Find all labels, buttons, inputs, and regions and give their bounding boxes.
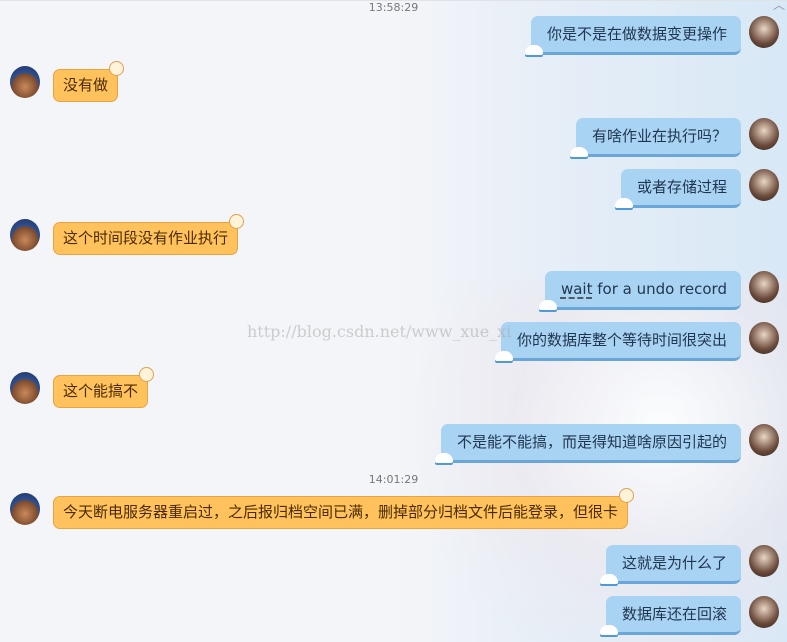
timestamp: 14:01:29 (368, 473, 419, 486)
message-bubble[interactable]: 今天断电服务器重启过，之后报归档空间已满，删掉部分归档文件后能登录，但很卡 (53, 488, 635, 529)
message-sent: 这就是为什么了 (599, 545, 779, 584)
avatar[interactable] (749, 424, 779, 456)
avatar[interactable] (10, 219, 40, 251)
spellcheck-word: wait (560, 280, 593, 298)
message-text: 有啥作业在执行吗？ (591, 127, 727, 145)
avatar[interactable] (749, 545, 779, 577)
sun-icon (109, 61, 125, 76)
message-bubble[interactable]: 有啥作业在执行吗？ (569, 118, 741, 157)
avatar[interactable] (749, 16, 779, 48)
avatar[interactable] (10, 493, 40, 525)
message-sent: 不是能不能搞，而是得知道啥原因引起的 (434, 424, 779, 463)
message-sent: 你是不是在做数据变更操作 (524, 16, 779, 55)
message-text: 没有做 (63, 76, 109, 94)
message-sent: 或者存储过程 (614, 169, 779, 208)
message-text: 你是不是在做数据变更操作 (546, 25, 727, 43)
message-received: 这个能搞不 (10, 367, 155, 408)
message-received: 没有做 (10, 61, 125, 102)
message-text: 这个能搞不 (63, 382, 139, 400)
message-bubble[interactable]: 没有做 (53, 61, 125, 102)
message-bubble[interactable]: 数据库还在回滚 (599, 596, 741, 635)
watermark: http://blog.csdn.net/www_xue_xi (247, 322, 512, 341)
message-text: 或者存储过程 (636, 178, 727, 196)
cloud-icon (494, 351, 513, 361)
message-sent: wait for a undo record (538, 271, 779, 310)
message-text: 这个时间段没有作业执行 (63, 229, 229, 247)
avatar[interactable] (749, 271, 779, 303)
cloud-icon (434, 453, 453, 463)
avatar[interactable] (749, 118, 779, 150)
message-bubble[interactable]: 你的数据库整个等待时间很突出 (494, 322, 741, 361)
cloud-icon (614, 198, 633, 208)
sun-icon (229, 214, 245, 229)
cloud-icon (569, 147, 588, 157)
avatar[interactable] (10, 372, 40, 404)
sun-icon (139, 367, 155, 382)
sun-icon (619, 488, 635, 503)
message-text: 你的数据库整个等待时间很突出 (516, 331, 727, 349)
message-bubble[interactable]: 或者存储过程 (614, 169, 741, 208)
avatar[interactable] (749, 169, 779, 201)
message-bubble[interactable]: 不是能不能搞，而是得知道啥原因引起的 (434, 424, 741, 463)
message-text: 不是能不能搞，而是得知道啥原因引起的 (456, 433, 727, 451)
cloud-icon (599, 574, 618, 584)
message-text: 今天断电服务器重启过，之后报归档空间已满，删掉部分归档文件后能登录，但很卡 (63, 503, 619, 521)
message-sent: 你的数据库整个等待时间很突出 (494, 322, 779, 361)
message-text: 这就是为什么了 (621, 554, 727, 572)
cloud-icon (599, 625, 618, 635)
cloud-icon (538, 300, 557, 310)
message-bubble[interactable]: 这个能搞不 (53, 367, 155, 408)
message-bubble[interactable]: 你是不是在做数据变更操作 (524, 16, 741, 55)
message-received: 这个时间段没有作业执行 (10, 214, 245, 255)
message-text: for a undo record (592, 280, 727, 298)
message-sent: 有啥作业在执行吗？ (569, 118, 779, 157)
avatar[interactable] (749, 322, 779, 354)
message-received: 今天断电服务器重启过，之后报归档空间已满，删掉部分归档文件后能登录，但很卡 (10, 488, 635, 529)
message-text: 数据库还在回滚 (621, 605, 727, 623)
message-bubble[interactable]: 这个时间段没有作业执行 (53, 214, 245, 255)
timestamp: 13:58:29 (368, 1, 419, 14)
avatar[interactable] (749, 596, 779, 628)
message-sent: 数据库还在回滚 (599, 596, 779, 635)
message-bubble[interactable]: wait for a undo record (538, 271, 741, 310)
cloud-icon (524, 45, 543, 55)
avatar[interactable] (10, 66, 40, 98)
message-bubble[interactable]: 这就是为什么了 (599, 545, 741, 584)
